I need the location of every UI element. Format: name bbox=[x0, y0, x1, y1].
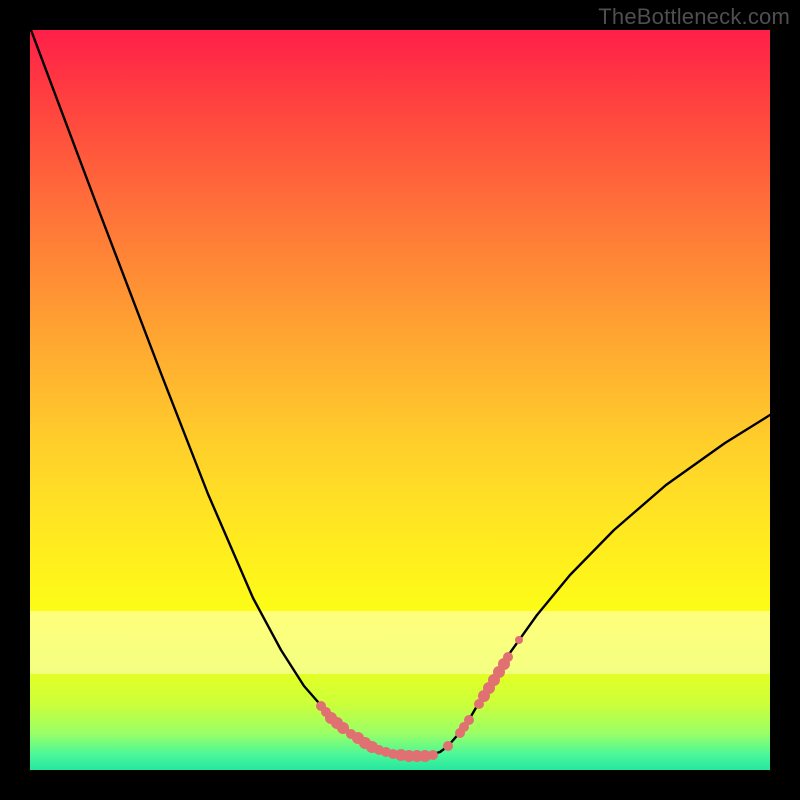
watermark-text: TheBottleneck.com bbox=[598, 4, 790, 30]
series-left-curve bbox=[31, 30, 395, 754]
curve-group bbox=[31, 30, 770, 755]
marker-bead bbox=[464, 715, 474, 725]
chart-plot-area bbox=[30, 30, 770, 770]
marker-bead bbox=[515, 636, 523, 644]
marker-bead bbox=[503, 652, 513, 662]
marker-group bbox=[316, 636, 523, 762]
marker-bead bbox=[443, 741, 453, 751]
marker-bead bbox=[428, 750, 438, 760]
chart-svg bbox=[30, 30, 770, 770]
